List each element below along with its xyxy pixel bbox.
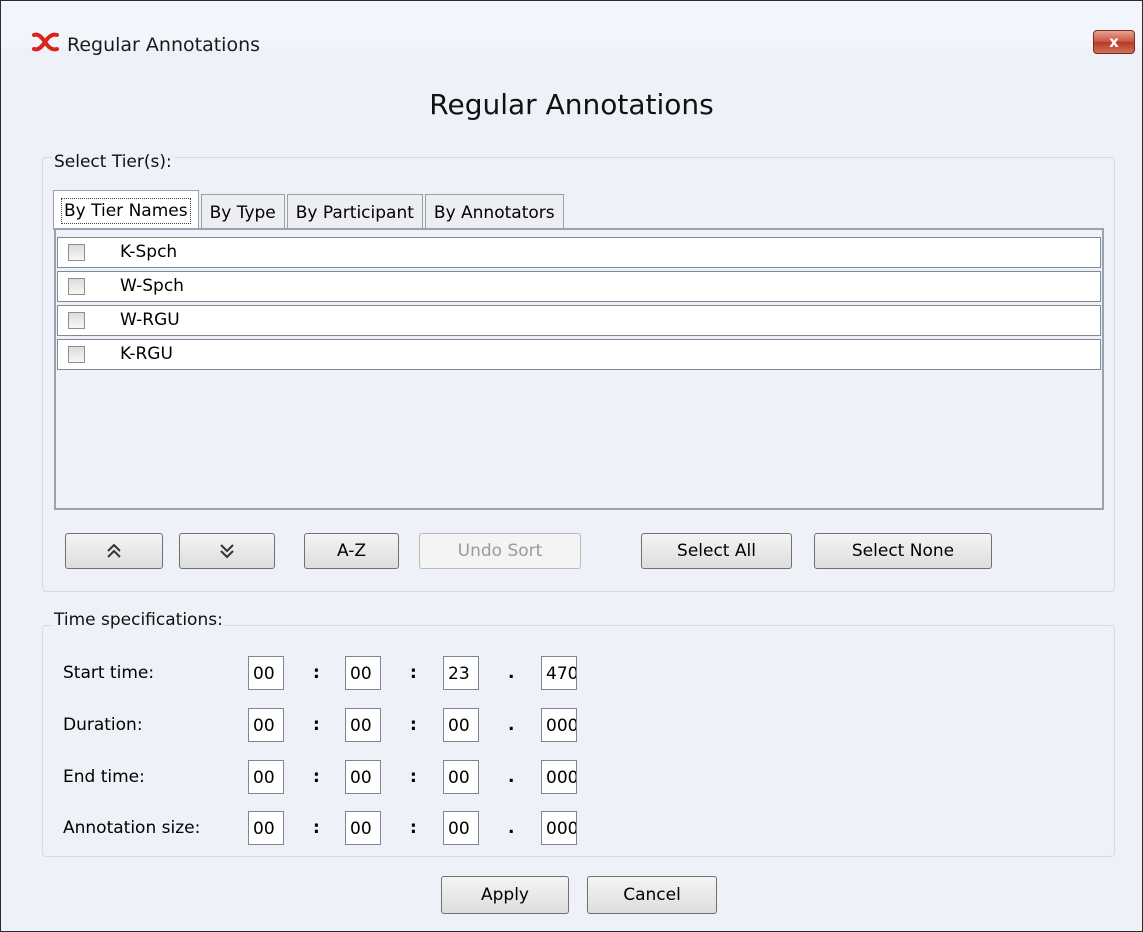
tab-by-annotators[interactable]: By Annotators: [424, 194, 564, 230]
app-logo-icon: [32, 32, 59, 52]
tier-name: W-Spch: [120, 276, 184, 296]
tier-row[interactable]: W-Spch: [57, 271, 1101, 302]
tier-row[interactable]: W-RGU: [57, 305, 1101, 336]
tab-by-participant[interactable]: By Participant: [286, 194, 423, 230]
tier-row[interactable]: K-RGU: [57, 339, 1101, 370]
time-separator: .: [508, 818, 515, 838]
time-separator: .: [508, 715, 515, 735]
tier-name: W-RGU: [120, 310, 180, 330]
time-specifications-label: Time specifications:: [52, 610, 225, 630]
dialog-heading: Regular Annotations: [429, 88, 714, 121]
duration-minutes[interactable]: 00: [345, 708, 381, 742]
move-up-button[interactable]: [65, 533, 163, 569]
start-time-label: Start time:: [63, 663, 155, 683]
window-title: Regular Annotations: [67, 34, 261, 56]
time-separator: :: [410, 818, 417, 838]
time-separator: :: [313, 715, 320, 735]
start-time-seconds[interactable]: 23: [443, 656, 479, 690]
annotation-size-milliseconds[interactable]: 000: [541, 811, 577, 845]
move-down-button[interactable]: [179, 533, 275, 569]
time-separator: :: [313, 767, 320, 787]
annotation-size-hours[interactable]: 00: [248, 811, 284, 845]
end-time-label: End time:: [63, 767, 145, 787]
time-separator: :: [313, 818, 320, 838]
duration-hours[interactable]: 00: [248, 708, 284, 742]
tier-checkbox[interactable]: [68, 278, 85, 295]
close-icon: x: [1109, 33, 1119, 51]
tier-selection-label: Select Tier(s):: [52, 152, 174, 172]
time-separator: .: [508, 767, 515, 787]
select-none-button[interactable]: Select None: [814, 533, 992, 569]
time-separator: :: [410, 767, 417, 787]
time-separator: :: [410, 715, 417, 735]
double-chevron-down-icon: [220, 544, 234, 559]
annotation-size-seconds[interactable]: 00: [443, 811, 479, 845]
cancel-button[interactable]: Cancel: [587, 876, 717, 914]
time-specifications-group: [42, 625, 1115, 857]
end-time-seconds[interactable]: 00: [443, 760, 479, 794]
tab-by-tier-names[interactable]: By Tier Names: [53, 190, 199, 230]
select-all-button[interactable]: Select All: [641, 533, 792, 569]
end-time-minutes[interactable]: 00: [345, 760, 381, 794]
close-button[interactable]: x: [1093, 30, 1135, 54]
tier-name: K-RGU: [120, 344, 173, 364]
tab-by-type[interactable]: By Type: [200, 194, 285, 230]
tier-checkbox[interactable]: [68, 244, 85, 261]
tier-tabs: By Tier Names By Type By Participant By …: [53, 190, 566, 230]
time-separator: .: [508, 663, 515, 683]
start-time-minutes[interactable]: 00: [345, 656, 381, 690]
title-bar: Regular Annotations x: [1, 1, 1142, 56]
time-separator: :: [313, 663, 320, 683]
tier-row[interactable]: K-Spch: [57, 237, 1101, 268]
end-time-hours[interactable]: 00: [248, 760, 284, 794]
start-time-hours[interactable]: 00: [248, 656, 284, 690]
tier-name: K-Spch: [120, 242, 178, 262]
annotation-size-minutes[interactable]: 00: [345, 811, 381, 845]
end-time-milliseconds[interactable]: 000: [541, 760, 577, 794]
tier-checkbox[interactable]: [68, 312, 85, 329]
apply-button[interactable]: Apply: [441, 876, 569, 914]
tier-list: K-Spch W-Spch W-RGU K-RGU: [54, 228, 1104, 510]
double-chevron-up-icon: [107, 543, 121, 558]
start-time-milliseconds[interactable]: 470: [541, 656, 577, 690]
duration-label: Duration:: [63, 715, 143, 735]
duration-milliseconds[interactable]: 000: [541, 708, 577, 742]
sort-az-button[interactable]: A-Z: [304, 533, 399, 569]
undo-sort-button[interactable]: Undo Sort: [419, 533, 581, 569]
annotation-size-label: Annotation size:: [63, 818, 201, 838]
time-separator: :: [410, 663, 417, 683]
tier-checkbox[interactable]: [68, 346, 85, 363]
duration-seconds[interactable]: 00: [443, 708, 479, 742]
